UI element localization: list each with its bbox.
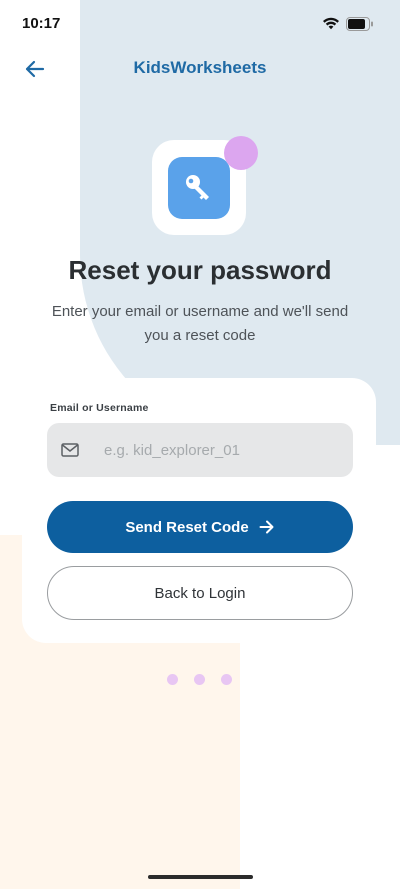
- mail-icon: [61, 441, 79, 459]
- key-icon: [168, 157, 230, 219]
- app-title: KidsWorksheets: [133, 58, 267, 77]
- loading-dots: [167, 674, 232, 685]
- dot-2: [194, 674, 205, 685]
- email-input-container[interactable]: [47, 423, 353, 477]
- wifi-icon: [322, 16, 340, 35]
- dot-3: [221, 674, 232, 685]
- back-to-login-button[interactable]: Back to Login: [47, 566, 353, 620]
- dot-1: [167, 674, 178, 685]
- arrow-right-icon: [259, 520, 274, 534]
- back-to-login-label: Back to Login: [154, 584, 246, 602]
- page-subtitle: Enter your email or username and we'll s…: [51, 303, 349, 344]
- status-time: 10:17: [22, 15, 61, 32]
- email-field-label: Email or Username: [50, 402, 149, 414]
- decorative-dot: [224, 136, 258, 170]
- email-input[interactable]: [104, 441, 324, 459]
- battery-icon: [346, 17, 374, 36]
- status-bar: 10:17: [0, 0, 400, 48]
- home-indicator[interactable]: [148, 875, 253, 879]
- page-title: Reset your password: [68, 255, 332, 285]
- send-reset-code-button[interactable]: Send Reset Code: [47, 501, 353, 553]
- send-reset-code-label: Send Reset Code: [125, 518, 249, 536]
